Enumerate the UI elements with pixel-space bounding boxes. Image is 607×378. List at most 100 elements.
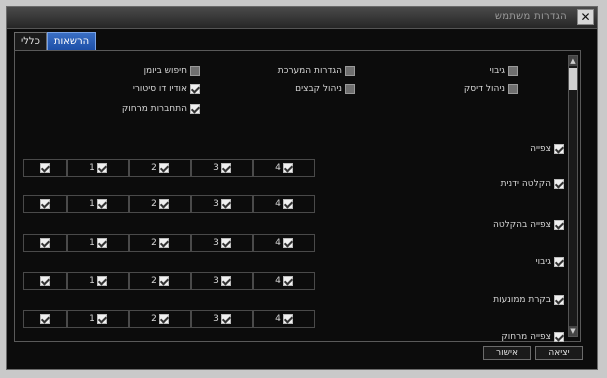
channel-3[interactable]: 3 bbox=[191, 310, 253, 328]
section-label: צפייה בהקלטה bbox=[492, 220, 551, 230]
channel-1[interactable]: 1 bbox=[67, 195, 129, 213]
tab-permissions[interactable]: הרשאות bbox=[46, 32, 97, 50]
close-icon[interactable]: ✕ bbox=[577, 9, 594, 25]
channel-number: 4 bbox=[275, 199, 281, 209]
scroll-down-icon[interactable]: ▼ bbox=[569, 326, 577, 336]
channel-1[interactable]: 1 bbox=[67, 234, 129, 252]
checkbox[interactable] bbox=[158, 238, 169, 248]
channel-3[interactable]: 3 bbox=[191, 159, 253, 177]
checkbox[interactable] bbox=[40, 199, 50, 209]
channel-row-live-view: 1 2 3 4 bbox=[23, 159, 315, 177]
section-manual-recording[interactable]: הקלטה ידנית bbox=[501, 179, 564, 189]
checkbox[interactable] bbox=[96, 199, 107, 209]
channel-1[interactable]: 1 bbox=[67, 272, 129, 290]
checkbox[interactable] bbox=[40, 238, 50, 248]
channel-all[interactable] bbox=[23, 310, 67, 328]
perm-disk-management[interactable]: ניהול דיסק bbox=[464, 83, 518, 95]
checkbox[interactable] bbox=[554, 144, 564, 154]
perm-system-settings[interactable]: הגדרות המערכת bbox=[278, 65, 355, 77]
checkbox[interactable] bbox=[158, 314, 169, 324]
channel-3[interactable]: 3 bbox=[191, 195, 253, 213]
section-label: גיבוי bbox=[535, 257, 551, 267]
checkbox[interactable] bbox=[554, 295, 564, 305]
channel-number: 4 bbox=[275, 163, 281, 173]
checkbox[interactable] bbox=[282, 314, 293, 324]
exit-button[interactable]: יציאה bbox=[535, 346, 583, 360]
checkbox[interactable] bbox=[96, 314, 107, 324]
channel-number: 2 bbox=[151, 199, 157, 209]
channel-2[interactable]: 2 bbox=[129, 159, 191, 177]
checkbox[interactable] bbox=[220, 163, 231, 173]
checkbox[interactable] bbox=[190, 66, 200, 76]
channel-3[interactable]: 3 bbox=[191, 272, 253, 290]
perm-label: גיבוי bbox=[489, 66, 505, 76]
checkbox[interactable] bbox=[158, 276, 169, 286]
channel-2[interactable]: 2 bbox=[129, 195, 191, 213]
channel-4[interactable]: 4 bbox=[253, 234, 315, 252]
perm-two-way-audio[interactable]: אודיו דו סיטורי bbox=[133, 83, 200, 95]
checkbox[interactable] bbox=[554, 220, 564, 230]
scroll-thumb[interactable] bbox=[569, 68, 577, 90]
channel-2[interactable]: 2 bbox=[129, 272, 191, 290]
checkbox[interactable] bbox=[96, 238, 107, 248]
section-playback[interactable]: צפייה בהקלטה bbox=[493, 220, 564, 230]
channel-row-backup: 1 2 3 4 bbox=[23, 272, 315, 290]
channel-all[interactable] bbox=[23, 234, 67, 252]
channel-4[interactable]: 4 bbox=[253, 310, 315, 328]
checkbox[interactable] bbox=[554, 257, 564, 267]
checkbox[interactable] bbox=[40, 163, 50, 173]
channel-1[interactable]: 1 bbox=[67, 159, 129, 177]
checkbox[interactable] bbox=[554, 179, 564, 189]
vertical-scrollbar[interactable]: ▲ ▼ bbox=[568, 55, 578, 337]
window-title: הגדרות משתמש bbox=[494, 11, 567, 22]
checkbox[interactable] bbox=[96, 276, 107, 286]
section-remote-view[interactable]: צפייה מרחוק bbox=[501, 332, 564, 342]
checkbox[interactable] bbox=[220, 238, 231, 248]
checkbox[interactable] bbox=[508, 66, 518, 76]
checkbox[interactable] bbox=[282, 163, 293, 173]
channel-3[interactable]: 3 bbox=[191, 234, 253, 252]
checkbox[interactable] bbox=[554, 332, 564, 342]
checkbox[interactable] bbox=[158, 163, 169, 173]
checkbox[interactable] bbox=[282, 199, 293, 209]
section-ptz-control[interactable]: בקרת ממונעות bbox=[493, 295, 564, 305]
scroll-up-icon[interactable]: ▲ bbox=[569, 56, 577, 66]
channel-number: 1 bbox=[89, 314, 95, 324]
checkbox[interactable] bbox=[40, 276, 50, 286]
checkbox[interactable] bbox=[345, 84, 355, 94]
channel-all[interactable] bbox=[23, 272, 67, 290]
checkbox[interactable] bbox=[190, 84, 200, 94]
checkbox[interactable] bbox=[220, 199, 231, 209]
channel-4[interactable]: 4 bbox=[253, 272, 315, 290]
channel-2[interactable]: 2 bbox=[129, 310, 191, 328]
section-backup[interactable]: גיבוי bbox=[536, 257, 564, 267]
checkbox[interactable] bbox=[508, 84, 518, 94]
checkbox[interactable] bbox=[96, 163, 107, 173]
section-live-view[interactable]: צפייה bbox=[530, 144, 564, 154]
perm-label: ניהול קבצים bbox=[295, 84, 342, 94]
perm-backup[interactable]: גיבוי bbox=[490, 65, 518, 77]
checkbox[interactable] bbox=[220, 276, 231, 286]
channel-1[interactable]: 1 bbox=[67, 310, 129, 328]
perm-remote-login[interactable]: התחברות מרחוק bbox=[122, 103, 200, 115]
checkbox[interactable] bbox=[158, 199, 169, 209]
checkbox[interactable] bbox=[190, 104, 200, 114]
section-label: צפייה מרחוק bbox=[501, 332, 551, 342]
channel-4[interactable]: 4 bbox=[253, 195, 315, 213]
checkbox[interactable] bbox=[345, 66, 355, 76]
perm-file-management[interactable]: ניהול קבצים bbox=[295, 83, 355, 95]
channel-4[interactable]: 4 bbox=[253, 159, 315, 177]
channel-row-manual-recording: 1 2 3 4 bbox=[23, 195, 315, 213]
ok-button[interactable]: אישור bbox=[483, 346, 531, 360]
channel-2[interactable]: 2 bbox=[129, 234, 191, 252]
channel-row-ptz-control: 1 2 3 4 bbox=[23, 310, 315, 328]
perm-label: אודיו דו סיטורי bbox=[132, 84, 187, 94]
checkbox[interactable] bbox=[40, 314, 50, 324]
checkbox[interactable] bbox=[220, 314, 231, 324]
channel-all[interactable] bbox=[23, 195, 67, 213]
checkbox[interactable] bbox=[282, 276, 293, 286]
tab-general[interactable]: כללי bbox=[14, 32, 47, 50]
checkbox[interactable] bbox=[282, 238, 293, 248]
channel-all[interactable] bbox=[23, 159, 67, 177]
perm-log-search[interactable]: חיפוש ביומן bbox=[144, 65, 200, 77]
